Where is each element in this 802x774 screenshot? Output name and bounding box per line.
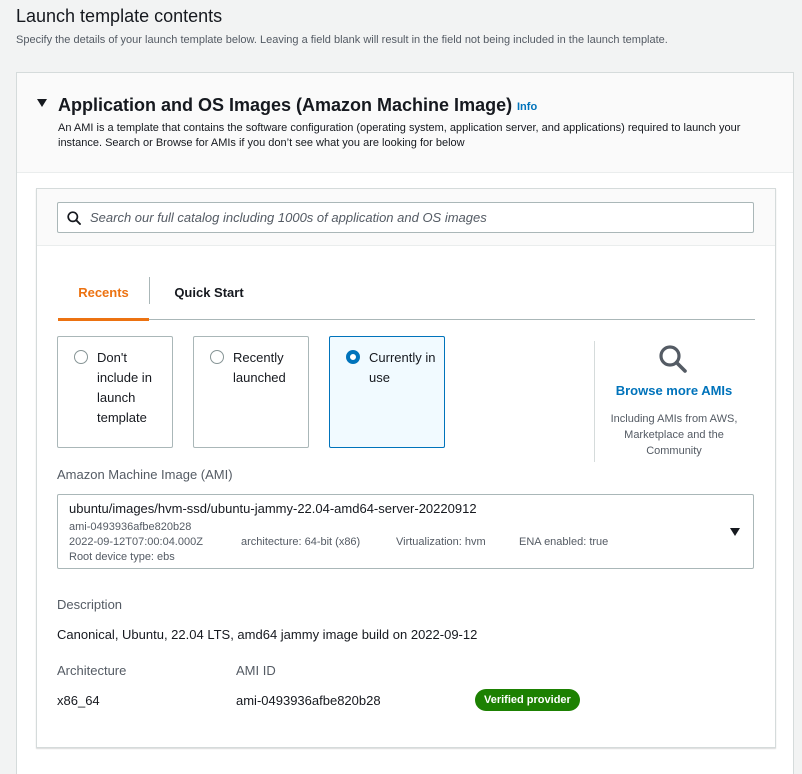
chevron-down-icon[interactable] bbox=[730, 528, 740, 536]
radio-button-selected[interactable] bbox=[346, 350, 360, 364]
architecture-value: x86_64 bbox=[57, 693, 100, 708]
radio-button[interactable] bbox=[74, 350, 88, 364]
ami-name: ubuntu/images/hvm-ssd/ubuntu-jammy-22.04… bbox=[69, 501, 477, 516]
ami-select-dropdown[interactable]: ubuntu/images/hvm-ssd/ubuntu-jammy-22.04… bbox=[57, 494, 754, 569]
info-link[interactable]: Info bbox=[517, 101, 537, 113]
ami-virtualization: Virtualization: hvm bbox=[396, 536, 486, 548]
vertical-divider bbox=[594, 341, 595, 462]
option-currently-in-use[interactable]: Currently in use bbox=[329, 336, 445, 448]
ami-section-header: Application and OS Images (Amazon Machin… bbox=[17, 73, 793, 173]
option-recently-launched[interactable]: Recently launched bbox=[193, 336, 309, 448]
verified-provider-badge: Verified provider bbox=[475, 689, 580, 711]
ami-architecture: architecture: 64-bit (x86) bbox=[241, 536, 361, 548]
section-description: An AMI is a template that contains the s… bbox=[58, 122, 741, 149]
ami-search-box[interactable] bbox=[57, 202, 754, 233]
search-icon bbox=[67, 211, 81, 225]
ami-selector-panel: Recents Quick Start Don't include in lau… bbox=[36, 188, 776, 748]
ami-date: 2022-09-12T07:00:04.000Z bbox=[69, 536, 203, 548]
launch-template-panel: Application and OS Images (Amazon Machin… bbox=[16, 72, 794, 774]
ami-id-label: AMI ID bbox=[236, 663, 276, 678]
page-title: Launch template contents bbox=[16, 6, 223, 26]
tab-recents[interactable]: Recents bbox=[58, 275, 149, 321]
ami-tabs: Recents Quick Start bbox=[58, 275, 755, 321]
option-label: Don't include in launch template bbox=[97, 350, 152, 425]
ami-root-device: Root device type: ebs bbox=[69, 551, 175, 563]
collapse-caret-icon[interactable] bbox=[37, 99, 47, 107]
magnifier-icon[interactable] bbox=[658, 344, 688, 374]
browse-more-amis-link[interactable]: Browse more AMIs bbox=[597, 383, 751, 398]
option-label: Recently launched bbox=[233, 350, 286, 385]
option-label: Currently in use bbox=[369, 350, 436, 385]
radio-button[interactable] bbox=[210, 350, 224, 364]
tab-quick-start[interactable]: Quick Start bbox=[150, 275, 268, 320]
option-dont-include[interactable]: Don't include in launch template bbox=[57, 336, 173, 448]
ami-id-value: ami-0493936afbe820b28 bbox=[236, 693, 381, 708]
architecture-label: Architecture bbox=[57, 663, 127, 678]
search-band bbox=[37, 189, 775, 246]
ami-id: ami-0493936afbe820b28 bbox=[69, 521, 192, 533]
ami-search-input[interactable] bbox=[90, 203, 740, 232]
description-value: Canonical, Ubuntu, 22.04 LTS, amd64 jamm… bbox=[57, 627, 478, 642]
section-title[interactable]: Application and OS Images (Amazon Machin… bbox=[58, 95, 512, 116]
browse-note: Including AMIs from AWS, Marketplace and… bbox=[610, 413, 738, 457]
page-subtitle: Specify the details of your launch templ… bbox=[16, 34, 668, 46]
ami-field-label: Amazon Machine Image (AMI) bbox=[57, 467, 233, 482]
description-label: Description bbox=[57, 597, 123, 612]
ami-ena: ENA enabled: true bbox=[519, 536, 609, 548]
